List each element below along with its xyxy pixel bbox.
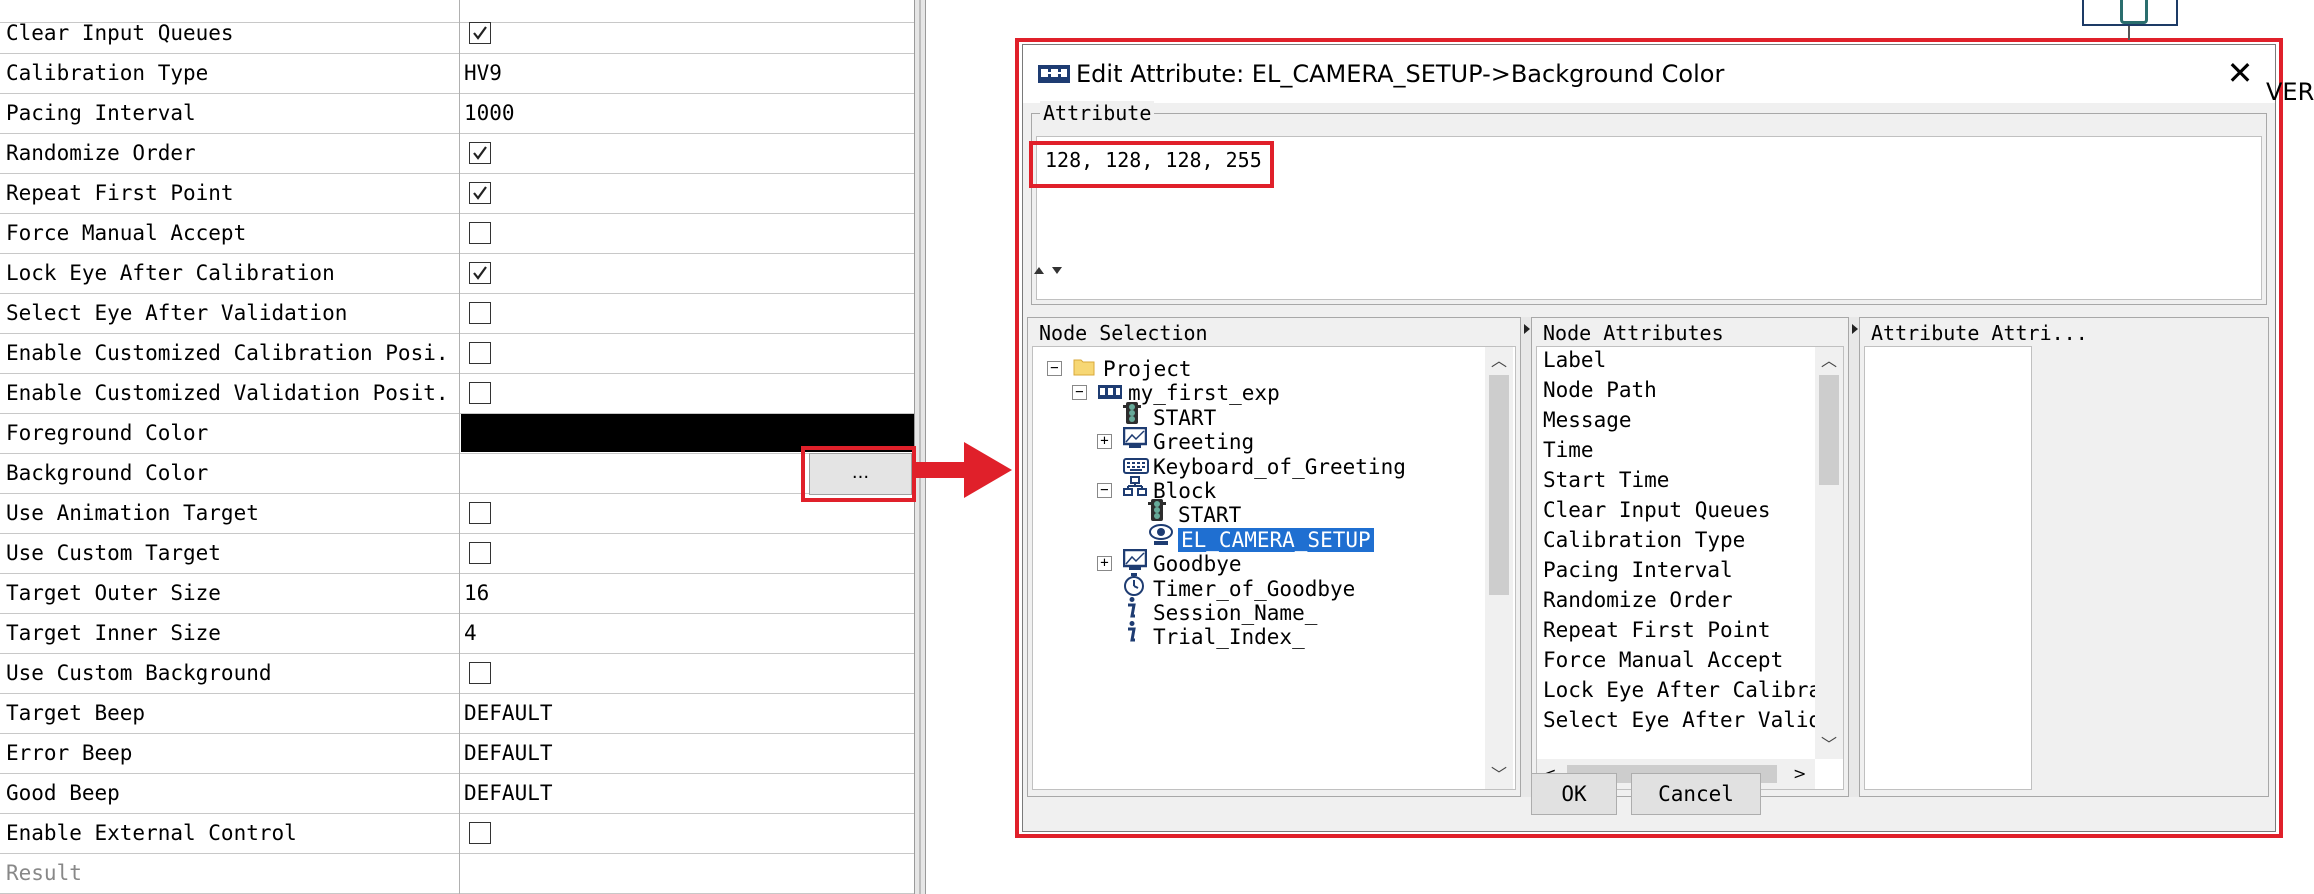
property-row[interactable]: Target Inner Size 4 [0,613,914,654]
flow-connector [2128,26,2130,40]
property-label: Clear Input Queues [6,21,234,45]
checkmark-icon [473,186,487,200]
property-grid: Clear Input Queues Calibration Type HV9 Pac… [0,0,914,894]
property-value[interactable] [461,853,914,893]
checkmark-icon [473,266,487,280]
property-row[interactable]: Repeat First Point [0,173,914,214]
property-row[interactable]: Target Outer Size 16 [0,573,914,614]
property-label: Target Beep [6,701,146,725]
property-row[interactable]: Error Beep DEFAULT [0,733,914,774]
property-checkbox[interactable] [469,662,491,684]
property-checkbox-cell[interactable] [461,173,914,213]
property-row[interactable]: Lock Eye After Calibration [0,253,914,294]
property-value[interactable]: HV9 [461,53,914,93]
property-checkbox-cell[interactable] [461,293,914,333]
checkmark-icon [473,26,487,40]
property-checkbox[interactable] [469,382,491,404]
property-label: Calibration Type [6,61,209,85]
property-label: Repeat First Point [6,181,234,205]
property-checkbox[interactable] [469,342,491,364]
property-row[interactable]: Use Custom Target [0,533,914,574]
property-checkbox[interactable] [469,822,491,844]
property-label: Pacing Interval [6,101,196,125]
property-label: Enable External Control [6,821,297,845]
background-partial-label: VER [2266,78,2314,106]
property-checkbox-cell[interactable] [461,133,914,173]
property-row[interactable]: Foreground Color [0,413,914,454]
property-label: Enable Customized Validation Posit... [6,381,452,405]
property-checkbox[interactable] [469,22,491,44]
property-checkbox-cell[interactable] [461,373,914,413]
property-checkbox-cell[interactable] [461,13,914,53]
property-label: Use Animation Target [6,501,259,525]
property-value[interactable]: 4 [461,613,914,653]
property-checkbox[interactable] [469,182,491,204]
flow-node-partial [2082,0,2178,26]
property-row[interactable]: Target Beep DEFAULT [0,693,914,734]
property-checkbox-cell[interactable] [461,213,914,253]
property-checkbox-cell[interactable] [461,813,914,853]
checkmark-icon [473,146,487,160]
property-value[interactable]: 16 [461,573,914,613]
property-checkbox-cell[interactable] [461,533,914,573]
property-label: Result [6,861,82,885]
property-row[interactable]: Result [0,853,914,894]
property-label: Use Custom Background [6,661,272,685]
property-row[interactable]: Randomize Order [0,133,914,174]
property-checkbox[interactable] [469,502,491,524]
property-row[interactable]: Enable Customized Validation Posit... [0,373,914,414]
property-checkbox-cell[interactable] [461,333,914,373]
property-label: Background Color [6,461,209,485]
property-label: Select Eye After Validation [6,301,348,325]
property-row[interactable]: Pacing Interval 1000 [0,93,914,134]
arrow-icon [912,442,1012,498]
property-row[interactable]: Background Color [0,453,914,494]
property-row[interactable]: Calibration Type HV9 [0,53,914,94]
property-label: Target Outer Size [6,581,221,605]
property-checkbox[interactable] [469,222,491,244]
property-row[interactable]: Force Manual Accept [0,213,914,254]
property-checkbox[interactable] [469,142,491,164]
property-label: Good Beep [6,781,120,805]
property-row[interactable]: Select Eye After Validation [0,293,914,334]
highlight-box-attribute-value [1029,141,1274,188]
property-checkbox[interactable] [469,302,491,324]
property-label: Error Beep [6,741,133,765]
property-label: Randomize Order [6,141,196,165]
property-row[interactable]: Use Custom Background [0,653,914,694]
property-value[interactable]: 1000 [461,93,914,133]
property-checkbox[interactable] [469,542,491,564]
property-label: Target Inner Size [6,621,221,645]
property-row[interactable]: Good Beep DEFAULT [0,773,914,814]
column-divider [459,0,460,894]
property-checkbox-cell[interactable] [461,253,914,293]
property-value[interactable]: DEFAULT [461,773,914,813]
property-row[interactable]: Use Animation Target [0,493,914,534]
property-value[interactable]: DEFAULT [461,733,914,773]
property-label: Force Manual Accept [6,221,247,245]
property-row[interactable]: Enable External Control [0,813,914,854]
highlight-box-browse-button [801,446,916,502]
property-value[interactable]: DEFAULT [461,693,914,733]
property-label: Enable Customized Calibration Posi... [6,341,452,365]
property-label: Foreground Color [6,421,209,445]
property-checkbox-cell[interactable] [461,653,914,693]
property-checkbox[interactable] [469,262,491,284]
property-label: Use Custom Target [6,541,221,565]
property-label: Lock Eye After Calibration [6,261,335,285]
property-row[interactable]: Enable Customized Calibration Posi... [0,333,914,374]
property-row[interactable]: Clear Input Queues [0,13,914,54]
